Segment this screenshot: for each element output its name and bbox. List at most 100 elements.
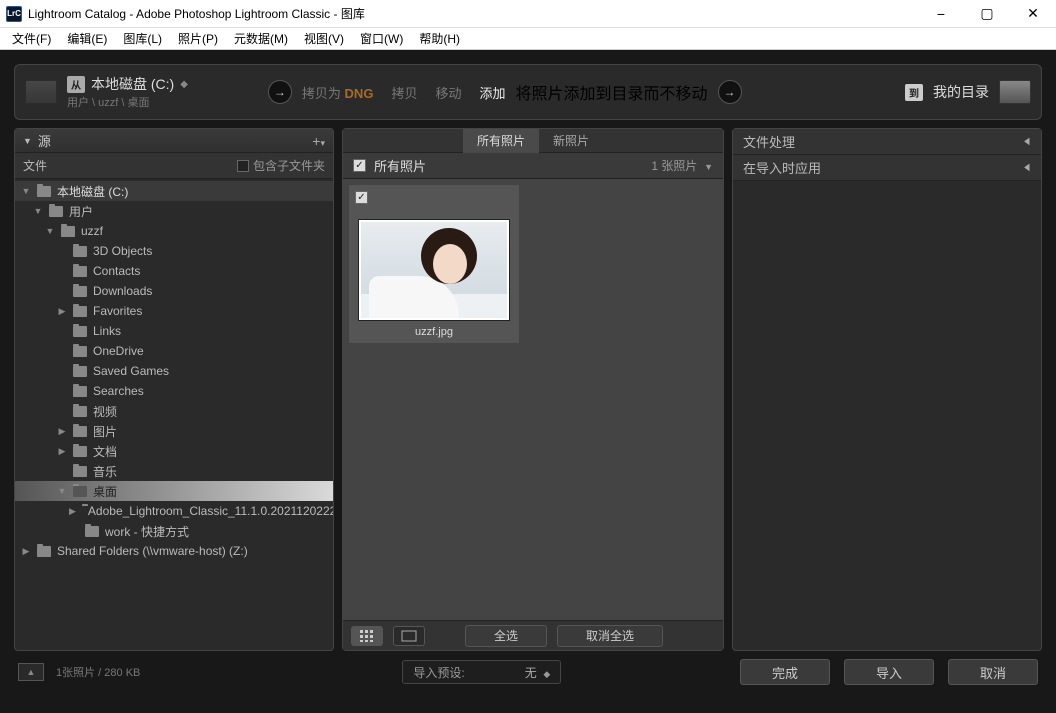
source-drive-icon <box>25 80 57 104</box>
tree-row[interactable]: ▶ 图片 <box>15 421 333 441</box>
cancel-button[interactable]: 取消 <box>948 659 1038 685</box>
tree-row[interactable]: ▶文档 <box>15 441 333 461</box>
shelf-toggle-button[interactable]: ▲ <box>18 663 44 681</box>
preset-value: 无 <box>525 666 537 680</box>
triangle-down-icon[interactable]: ▼ <box>704 162 713 172</box>
status-text: 1张照片 / 280 KB <box>56 664 140 680</box>
source-path: 用户 \ uzzf \ 桌面 <box>67 94 188 110</box>
source-panel-header[interactable]: ▼ 源 +▾ <box>15 129 333 153</box>
folder-icon <box>61 226 75 237</box>
settings-row[interactable]: 在导入时应用◀ <box>733 155 1041 181</box>
arrow-right-icon[interactable]: → <box>268 80 292 104</box>
tree-row[interactable]: 视频 <box>15 401 333 421</box>
add-source-icon[interactable]: +▾ <box>312 133 325 149</box>
from-badge: 从 <box>67 76 85 93</box>
menu-item[interactable]: 照片(P) <box>170 28 226 50</box>
folder-icon <box>73 446 87 457</box>
thumbnail-cell[interactable]: ✓ uzzf.jpg <box>349 185 519 343</box>
tree-row[interactable]: Links <box>15 321 333 341</box>
settings-row-label: 文件处理 <box>743 132 795 151</box>
folder-icon <box>73 426 87 437</box>
tree-row[interactable]: ▶Adobe_Lightroom_Classic_11.1.0.20211202… <box>15 501 333 521</box>
import-action[interactable]: 移动 <box>435 83 461 102</box>
folder-icon <box>73 346 87 357</box>
tree-arrow-icon: ▼ <box>57 486 67 496</box>
tree-row[interactable]: ▶ Shared Folders (\\vmware-host) (Z:) <box>15 541 333 561</box>
settings-row[interactable]: 文件处理 ◀ <box>733 129 1041 155</box>
menu-item[interactable]: 窗口(W) <box>352 28 411 50</box>
tree-arrow-icon: ▶ <box>57 426 67 437</box>
preview-tab[interactable]: 新照片 <box>539 129 603 153</box>
menu-item[interactable]: 编辑(E) <box>59 28 115 50</box>
close-button[interactable]: ✕ <box>1010 0 1056 28</box>
destination-label[interactable]: 我的目录 <box>933 82 989 102</box>
source-panel: ▼ 源 +▾ 文件 包含子文件夹 ▼本地磁盘 (C:)▼用户▼uzzf3D Ob… <box>14 128 334 651</box>
menu-item[interactable]: 文件(F) <box>4 28 59 50</box>
source-drive-label[interactable]: 本地磁盘 (C:) <box>91 74 174 94</box>
tree-row[interactable]: Contacts <box>15 261 333 281</box>
grid-view-button[interactable] <box>351 626 383 646</box>
tree-arrow-icon: ▶ <box>57 446 67 457</box>
tree-label: 桌面 <box>93 483 117 500</box>
maximize-button[interactable]: ▢ <box>964 0 1010 28</box>
tree-row[interactable]: ▼本地磁盘 (C:) <box>15 181 333 201</box>
menu-item[interactable]: 元数据(M) <box>226 28 296 50</box>
folder-icon <box>73 246 87 257</box>
folder-icon <box>73 406 87 417</box>
select-all-checkbox[interactable]: ✓ <box>353 159 366 172</box>
tree-row[interactable]: 3D Objects <box>15 241 333 261</box>
chevron-down-icon[interactable]: ◆ <box>180 79 188 90</box>
menu-item[interactable]: 视图(V) <box>296 28 352 50</box>
titlebar: LrC Lightroom Catalog - Adobe Photoshop … <box>0 0 1056 28</box>
import-preset-bar[interactable]: 导入预设: 无 ◆ <box>402 660 561 684</box>
triangle-left-icon: ◀ <box>1024 136 1029 147</box>
tree-row[interactable]: Downloads <box>15 281 333 301</box>
import-action[interactable]: 拷贝为 DNG <box>302 83 374 102</box>
tree-label: Links <box>93 324 121 338</box>
include-subfolders-checkbox[interactable] <box>237 160 249 172</box>
done-button[interactable]: 完成 <box>740 659 830 685</box>
tree-row[interactable]: 音乐 <box>15 461 333 481</box>
action-subtitle: 将照片添加到目录而不移动 <box>515 80 707 104</box>
import-action[interactable]: 拷贝 <box>391 83 417 102</box>
window-title: Lightroom Catalog - Adobe Photoshop Ligh… <box>28 5 918 22</box>
thumbnail-image[interactable] <box>359 220 509 320</box>
folder-tree: ▼本地磁盘 (C:)▼用户▼uzzf 3D Objects ContactsDown… <box>15 179 333 650</box>
import-action[interactable]: 添加 <box>479 83 505 102</box>
folder-icon <box>73 466 87 477</box>
arrow-right-icon[interactable]: → <box>718 80 742 104</box>
folder-icon <box>37 546 51 557</box>
tree-label: work - 快捷方式 <box>105 523 189 540</box>
chevron-down-icon[interactable]: ◆ <box>543 669 550 679</box>
tree-row[interactable]: ▼用户 <box>15 201 333 221</box>
tree-row[interactable]: ▶Favorites <box>15 301 333 321</box>
preview-panel: 所有照片新照片 ✓ 所有照片 1 张照片 ▼ ✓ uzzf.jpg <box>342 128 724 651</box>
tree-row[interactable]: Saved Games <box>15 361 333 381</box>
tree-label: 3D Objects <box>93 244 152 258</box>
minimize-button[interactable]: − <box>918 0 964 28</box>
tree-label: Saved Games <box>93 364 169 378</box>
folder-icon <box>85 526 99 537</box>
menu-item[interactable]: 图库(L) <box>115 28 170 50</box>
tree-arrow-icon: ▶ <box>21 546 31 557</box>
loupe-view-button[interactable] <box>393 626 425 646</box>
preview-toolbar: 全选 取消全选 <box>343 620 723 650</box>
settings-panel: 文件处理 ◀ 在导入时应用◀ <box>732 128 1042 651</box>
tree-label: Shared Folders (\\vmware-host) (Z:) <box>57 544 248 558</box>
preview-tab[interactable]: 所有照片 <box>463 129 539 153</box>
tree-row[interactable]: Searches <box>15 381 333 401</box>
tree-label: 图片 <box>93 423 117 440</box>
tree-row[interactable]: work - 快捷方式 <box>15 521 333 541</box>
settings-row-label: 在导入时应用 <box>743 158 821 177</box>
select-all-button[interactable]: 全选 <box>465 625 547 647</box>
tree-row[interactable]: OneDrive <box>15 341 333 361</box>
files-label: 文件 <box>23 157 47 174</box>
tree-row-selected[interactable]: ▼ 桌面 <box>15 481 333 501</box>
dest-drive-icon <box>999 80 1031 104</box>
tree-row[interactable]: ▼uzzf <box>15 221 333 241</box>
thumbnail-checkbox[interactable]: ✓ <box>355 191 368 204</box>
preset-label: 导入预设: <box>413 664 464 681</box>
import-button[interactable]: 导入 <box>844 659 934 685</box>
deselect-all-button[interactable]: 取消全选 <box>557 625 663 647</box>
menu-item[interactable]: 帮助(H) <box>411 28 468 50</box>
